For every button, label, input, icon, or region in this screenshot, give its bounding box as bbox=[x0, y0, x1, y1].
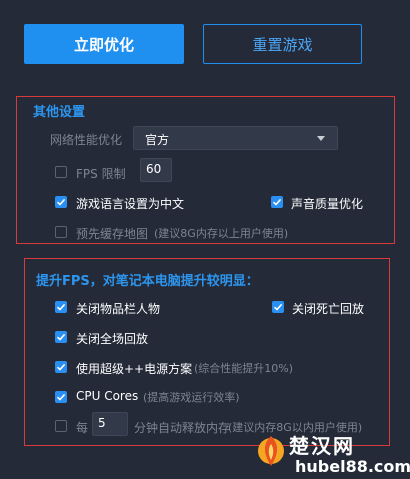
close-death-replay-label: 关闭死亡回放 bbox=[292, 302, 365, 316]
reset-game-button[interactable]: 重置游戏 bbox=[203, 24, 362, 64]
check-icon bbox=[56, 363, 66, 371]
close-item-bar-label: 关闭物品栏人物 bbox=[76, 302, 161, 316]
auto-release-minutes-input[interactable]: 5 bbox=[92, 412, 128, 436]
auto-release-suffix: 分钟自动释放内存 bbox=[134, 421, 231, 435]
check-icon bbox=[56, 303, 66, 311]
close-death-replay-checkbox[interactable] bbox=[272, 301, 284, 313]
close-item-bar-checkbox[interactable] bbox=[55, 301, 67, 313]
cpu-cores-note: (提高游戏运行效率) bbox=[143, 391, 240, 404]
watermark-url: hubel88.com bbox=[295, 457, 410, 476]
super-power-label: 使用超级++电源方案 bbox=[76, 362, 193, 376]
chevron-down-icon bbox=[317, 136, 325, 141]
sound-quality-label: 声音质量优化 bbox=[291, 197, 364, 211]
game-language-label: 游戏语言设置为中文 bbox=[76, 197, 185, 211]
check-icon bbox=[56, 393, 66, 401]
fps-limit-checkbox[interactable] bbox=[55, 166, 67, 178]
super-power-note: (综合性能提升10%) bbox=[194, 362, 294, 375]
watermark-title: 楚汉网 bbox=[289, 434, 355, 458]
fps-boost-title: 提升FPS，对笔记本电脑提升较明显： bbox=[36, 274, 259, 289]
network-optimization-label: 网络性能优化 bbox=[50, 133, 123, 147]
network-optimization-value: 官方 bbox=[145, 133, 170, 147]
auto-release-memory-checkbox[interactable] bbox=[55, 420, 67, 432]
auto-release-prefix: 每 bbox=[76, 421, 89, 435]
precache-map-checkbox[interactable] bbox=[55, 226, 67, 238]
cpu-cores-label: CPU Cores bbox=[76, 389, 139, 403]
fps-limit-input[interactable]: 60 bbox=[140, 158, 172, 182]
check-icon bbox=[56, 198, 66, 206]
check-icon bbox=[273, 303, 283, 311]
fps-limit-label: FPS 限制 bbox=[76, 167, 126, 181]
check-icon bbox=[56, 333, 66, 341]
precache-map-note: (建议8G内存以上用户使用) bbox=[154, 227, 289, 240]
sound-quality-checkbox[interactable] bbox=[271, 196, 283, 208]
cpu-cores-checkbox[interactable] bbox=[55, 391, 67, 403]
network-optimization-select[interactable]: 官方 bbox=[133, 126, 338, 150]
optimize-now-button[interactable]: 立即优化 bbox=[24, 24, 184, 64]
close-full-replay-label: 关闭全场回放 bbox=[76, 332, 149, 346]
super-power-checkbox[interactable] bbox=[55, 361, 67, 373]
check-icon bbox=[272, 198, 282, 206]
close-full-replay-checkbox[interactable] bbox=[55, 331, 67, 343]
watermark-logo-icon bbox=[258, 436, 284, 466]
site-watermark: 楚汉网 hubel88.com bbox=[255, 426, 410, 479]
other-settings-title: 其他设置 bbox=[33, 105, 86, 120]
precache-map-label: 预先缓存地图 bbox=[76, 227, 149, 241]
game-language-checkbox[interactable] bbox=[55, 196, 67, 208]
